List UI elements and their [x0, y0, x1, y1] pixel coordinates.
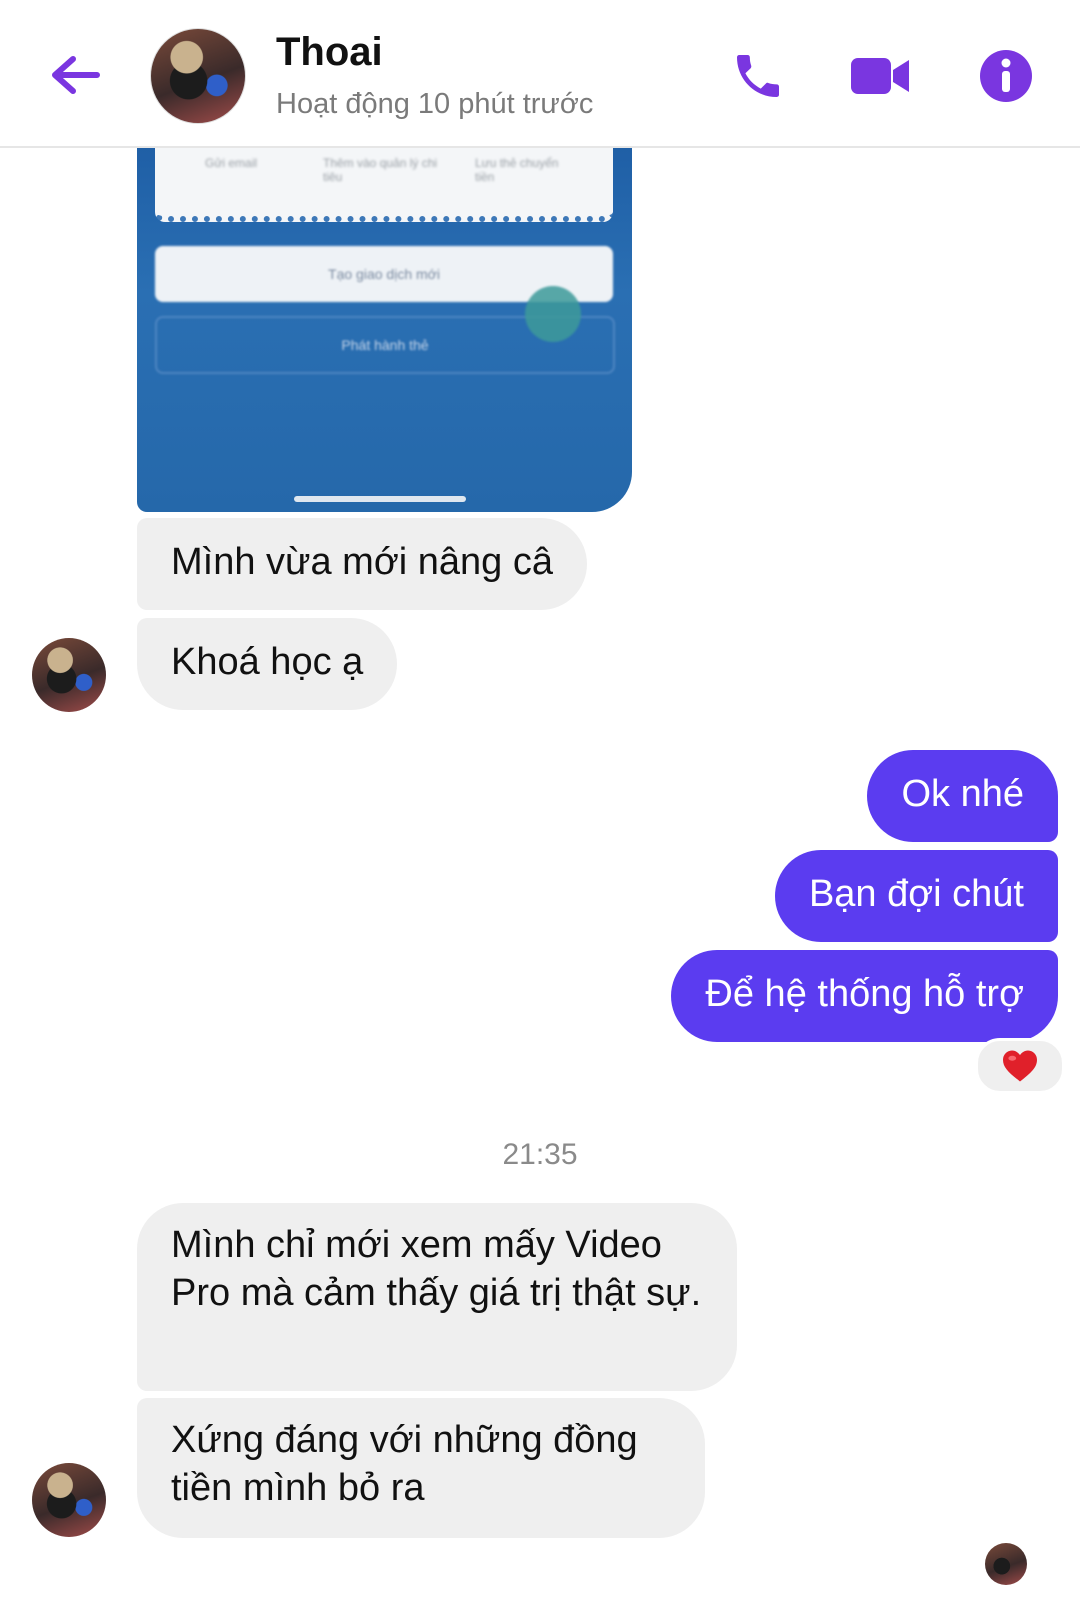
incoming-message[interactable]: Khoá học ạ — [137, 618, 398, 710]
home-indicator — [294, 496, 466, 502]
attachment-card-cell: Gửi email — [205, 156, 258, 170]
chat-bubble-icon — [525, 286, 581, 342]
attachment-card-cell: Lưu thẻ chuyển tiền — [475, 156, 559, 184]
outgoing-message[interactable]: Để hệ thống hỗ trợ — [671, 950, 1058, 1042]
image-attachment[interactable]: Gửi email Thêm vào quản lý chi tiêu Lưu … — [137, 146, 632, 512]
back-arrow-icon — [52, 56, 100, 94]
video-call-button[interactable] — [844, 40, 916, 112]
contact-status: Hoạt động 10 phút trước — [276, 88, 594, 120]
chat-header: Thoai Hoạt động 10 phút trước — [0, 0, 1080, 148]
contact-name[interactable]: Thoai — [276, 30, 383, 75]
phone-icon — [737, 55, 779, 97]
sender-avatar[interactable] — [32, 1463, 106, 1537]
incoming-message[interactable]: Xứng đáng với những đồng tiền mình bỏ ra — [137, 1398, 705, 1538]
info-button[interactable] — [970, 40, 1042, 112]
info-icon — [980, 50, 1032, 102]
outgoing-message[interactable]: Ok nhé — [867, 750, 1058, 842]
outgoing-message[interactable]: Bạn đợi chút — [774, 850, 1058, 942]
video-camera-icon — [851, 58, 909, 94]
seen-indicator-avatar — [985, 1543, 1027, 1585]
incoming-message[interactable]: Mình chỉ mới xem mấy Video Pro mà cảm th… — [137, 1203, 737, 1391]
reaction-badge[interactable] — [975, 1038, 1065, 1094]
attachment-card: Gửi email Thêm vào quản lý chi tiêu Lưu … — [155, 146, 613, 222]
back-button[interactable] — [42, 42, 108, 108]
attachment-card-cell: Thêm vào quản lý chi tiêu — [323, 156, 438, 184]
incoming-message[interactable]: Mình vừa mới nâng câ — [137, 518, 587, 610]
message-timestamp: 21:35 — [502, 1138, 578, 1171]
call-button[interactable] — [722, 40, 794, 112]
heart-icon — [1003, 1050, 1037, 1082]
sender-avatar[interactable] — [32, 638, 106, 712]
contact-avatar[interactable] — [150, 28, 246, 124]
